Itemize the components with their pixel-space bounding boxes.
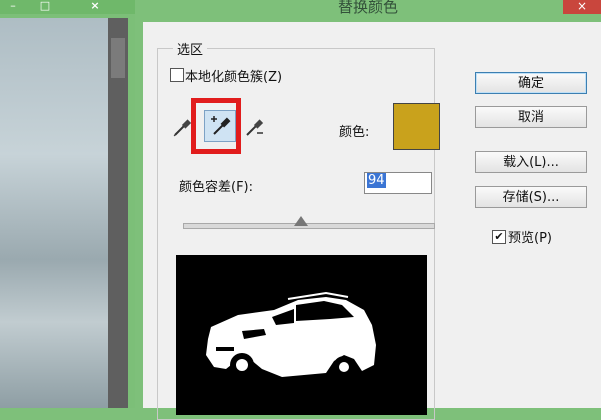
- load-button[interactable]: 载入(L)...: [475, 151, 587, 173]
- ok-button[interactable]: 确定: [475, 72, 587, 94]
- background-window: – □ ×: [0, 0, 135, 408]
- preview-label: 预览(P): [508, 231, 552, 246]
- preview-checkbox[interactable]: ✔: [492, 230, 506, 244]
- eyedropper-minus-icon[interactable]: [241, 115, 267, 141]
- scrollbar-thumb[interactable]: [111, 38, 125, 78]
- dialog-body: 选区 本地化颜色簇(Z) 颜色: 颜色容差(F): 94 确定 取消 载入(L)…: [143, 22, 601, 420]
- minimize-icon[interactable]: –: [4, 0, 22, 13]
- fuzziness-value: 94: [367, 173, 386, 188]
- color-label: 颜色:: [339, 125, 370, 140]
- cancel-button[interactable]: 取消: [475, 106, 587, 128]
- close-icon[interactable]: ×: [70, 0, 120, 13]
- maximize-icon[interactable]: □: [34, 0, 56, 13]
- replace-color-dialog: 替换颜色 × 选区 本地化颜色簇(Z) 颜色: 颜色容差(F): 94 确定 取…: [135, 0, 601, 420]
- save-button[interactable]: 存储(S)...: [475, 186, 587, 208]
- color-swatch[interactable]: [393, 103, 440, 150]
- selection-group-title: 选区: [173, 39, 208, 58]
- localized-clusters-label: 本地化颜色簇(Z): [185, 70, 283, 85]
- fuzziness-label: 颜色容差(F):: [179, 180, 254, 195]
- dialog-close-button[interactable]: ×: [563, 0, 601, 14]
- localized-clusters-checkbox[interactable]: [170, 68, 184, 82]
- background-canvas: [0, 18, 108, 408]
- annotation-highlight-box: [191, 98, 241, 154]
- fuzziness-slider-thumb[interactable]: [294, 216, 309, 226]
- fuzziness-input[interactable]: 94: [364, 172, 432, 194]
- selection-preview: [176, 255, 427, 415]
- fuzziness-slider[interactable]: [183, 223, 435, 229]
- scrollbar[interactable]: [108, 18, 128, 408]
- background-titlebar: – □ ×: [0, 0, 135, 14]
- dialog-title: 替换颜色: [337, 0, 398, 16]
